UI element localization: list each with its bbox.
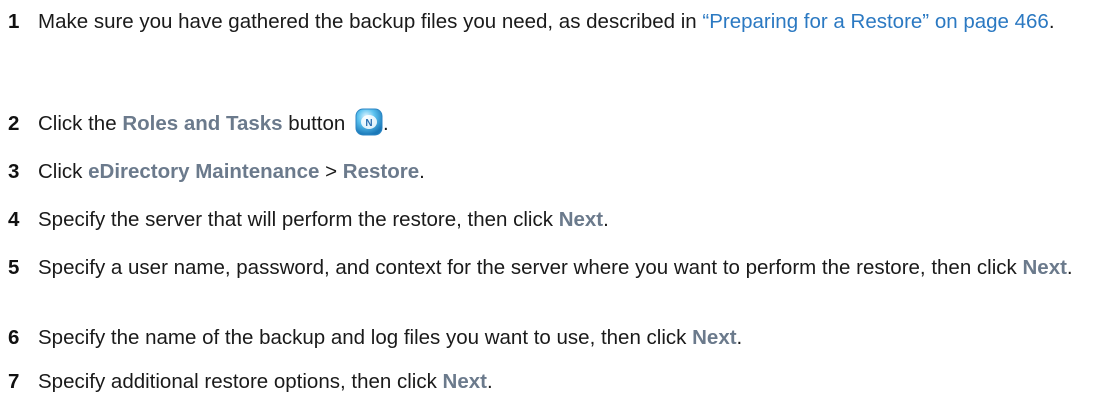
- step-text-main: Specify the name of the backup and log f…: [38, 326, 693, 349]
- ui-label-next: Next: [1022, 256, 1067, 279]
- step-text-end: .: [1048, 10, 1055, 33]
- ui-label-edirectory-maintenance: eDirectory Maintenance: [88, 160, 320, 183]
- step-number: 1: [8, 10, 20, 33]
- step-number: 2: [8, 112, 20, 135]
- step-text: Specify the name of the backup and log f…: [38, 322, 1108, 354]
- step-text-end: .: [736, 326, 743, 349]
- step-text-end: .: [382, 112, 389, 135]
- step-text-end: .: [486, 370, 493, 393]
- step-text-end: .: [419, 160, 425, 183]
- ui-label-roles-and-tasks: Roles and Tasks: [122, 112, 283, 135]
- menu-separator: >: [319, 160, 343, 183]
- step-5: 5 Specify a user name, password, and con…: [8, 252, 1108, 284]
- step-text: Click eDirectory Maintenance > Restore.: [38, 156, 1108, 188]
- step-text: Make sure you have gathered the backup f…: [38, 6, 1108, 38]
- step-4: 4 Specify the server that will perform t…: [8, 204, 1108, 236]
- step-number: 6: [8, 326, 20, 349]
- ui-label-next: Next: [442, 370, 487, 393]
- step-text-end: .: [603, 208, 609, 231]
- ui-label-next: Next: [692, 326, 737, 349]
- step-text-main: Specify the server that will perform the…: [38, 208, 559, 231]
- step-number: 7: [8, 370, 20, 393]
- step-text: Specify the server that will perform the…: [38, 204, 1108, 236]
- ui-label-next: Next: [558, 208, 604, 231]
- step-text-end: .: [1066, 256, 1073, 279]
- svg-text:N: N: [365, 118, 372, 129]
- step-text-main: Specify additional restore options, then…: [38, 370, 443, 393]
- step-text-main: Specify a user name, password, and conte…: [38, 256, 1023, 279]
- step-text: Specify a user name, password, and conte…: [38, 252, 1108, 284]
- step-6: 6 Specify the name of the backup and log…: [8, 322, 1108, 354]
- step-text: Specify additional restore options, then…: [38, 366, 1108, 398]
- step-text-after: button: [282, 112, 351, 135]
- step-1: 1 Make sure you have gathered the backup…: [8, 6, 1108, 38]
- procedure-steps: 1 Make sure you have gathered the backup…: [0, 0, 1116, 400]
- roles-and-tasks-icon: N: [355, 108, 383, 136]
- step-2: 2 Click the Roles and Tasks button N .: [8, 108, 1108, 140]
- step-3: 3 Click eDirectory Maintenance > Restore…: [8, 156, 1108, 188]
- step-number: 4: [8, 208, 20, 231]
- ui-label-restore: Restore: [342, 160, 420, 183]
- step-7: 7 Specify additional restore options, th…: [8, 366, 1108, 398]
- cross-reference-link[interactable]: “Preparing for a Restore” on page 466: [702, 10, 1048, 33]
- step-text-main: Click the: [38, 112, 123, 135]
- step-text-main: Make sure you have gathered the backup f…: [38, 10, 703, 33]
- step-number: 5: [8, 256, 20, 279]
- step-number: 3: [8, 160, 20, 183]
- step-text: Click the Roles and Tasks button N .: [38, 108, 1108, 140]
- step-text-main: Click: [38, 160, 89, 183]
